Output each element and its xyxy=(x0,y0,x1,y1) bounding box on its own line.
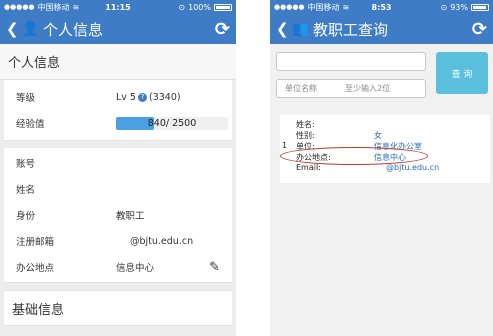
battery-percent: 93% xyxy=(450,2,468,12)
page-title: 教职工查询 xyxy=(313,20,389,39)
status-bar: ●●●●● 中国移动 ≋ 8:53 ⊙ 93% xyxy=(270,0,493,14)
field-row: 注册邮箱 @bjtu.edu.cn xyxy=(4,228,232,254)
status-bar: ●●●●● 中国移动 ≋ 11:15 ⊙ 100% xyxy=(0,0,236,14)
result-value: @bjtu.edu.cn xyxy=(386,163,440,172)
refresh-icon[interactable]: ⟳ xyxy=(472,19,487,40)
back-icon[interactable]: ❮ xyxy=(276,20,289,38)
field-row: 账号 xyxy=(4,150,232,176)
profile-screen: ●●●●● 中国移动 ≋ 11:15 ⊙ 100% ❮ 👤 个人信息 ⟳ 个人信… xyxy=(0,0,236,336)
nav-bar: ❮ 👤 个人信息 ⟳ xyxy=(0,14,236,44)
refresh-icon[interactable]: ⟳ xyxy=(215,19,230,40)
user-icon: 👤 xyxy=(21,21,40,37)
result-value: 女 xyxy=(374,131,382,140)
query-button[interactable]: 查 询 xyxy=(436,52,488,94)
level-label: 等级 xyxy=(16,93,36,104)
back-icon[interactable]: ❮ xyxy=(6,20,19,38)
level-points: (3340) xyxy=(148,91,181,103)
field-label: 注册邮箱 xyxy=(16,237,55,248)
min-chars-hint: 至少输入2位 xyxy=(345,84,391,93)
search-form: 单位名称 至少输入2位 查 询 xyxy=(270,44,493,98)
field-label: 办公地点 xyxy=(16,263,55,274)
battery-icon xyxy=(471,3,489,11)
users-icon: 👥 xyxy=(291,21,310,37)
battery-icon xyxy=(214,3,232,11)
nav-bar: ❮ 👥 教职工查询 ⟳ xyxy=(270,14,493,44)
level-row: 等级 Lv 5 ? (3340) xyxy=(4,84,232,110)
edit-icon[interactable]: ✎ xyxy=(209,260,220,275)
field-label: 身份 xyxy=(16,211,36,222)
field-label: 账号 xyxy=(16,159,36,170)
battery-percent: 100% xyxy=(188,2,211,12)
name-input[interactable] xyxy=(276,52,426,71)
exp-row: 经验值 840/ 2500 xyxy=(4,110,232,136)
unit-placeholder: 单位名称 xyxy=(285,84,317,93)
highlight-ellipse xyxy=(280,147,428,165)
field-row: 姓名 xyxy=(4,176,232,202)
result-label: 姓名: xyxy=(296,120,315,129)
help-icon[interactable]: ? xyxy=(137,92,147,102)
result-label: 性别: xyxy=(296,131,315,140)
exp-label: 经验值 xyxy=(16,119,45,130)
page-title: 个人信息 xyxy=(43,20,104,39)
result-row: 性别: 女 xyxy=(296,130,382,141)
unit-input[interactable]: 单位名称 至少输入2位 xyxy=(276,79,426,98)
section-title-personal: 个人信息 xyxy=(0,44,236,80)
result-row: 姓名: xyxy=(296,119,354,130)
field-row: 身份 教职工 xyxy=(4,202,232,228)
field-value: 教职工 xyxy=(116,211,145,222)
lock-icon: ⊙ xyxy=(178,2,186,12)
lock-icon: ⊙ xyxy=(440,2,448,12)
section-title-basic: 基础信息 xyxy=(4,290,232,326)
level-value: Lv 5 xyxy=(116,91,136,103)
result-index: 1 xyxy=(282,141,288,150)
exp-progress-bar: 840/ 2500 xyxy=(116,116,228,130)
account-card: 账号 姓名 身份 教职工 注册邮箱 @bjtu.edu.cn 办公地点 信息中心 ✎ xyxy=(4,148,232,283)
level-card: 等级 Lv 5 ? (3340) 经验值 840/ 2500 xyxy=(4,80,232,141)
field-label: 姓名 xyxy=(16,185,36,196)
field-value: @bjtu.edu.cn xyxy=(130,235,194,247)
field-value: 信息中心 xyxy=(116,263,155,274)
staff-search-screen: ●●●●● 中国移动 ≋ 8:53 ⊙ 93% ❮ 👥 教职工查询 ⟳ 单位名称… xyxy=(270,0,493,336)
field-row: 办公地点 信息中心 ✎ xyxy=(4,254,232,280)
exp-progress-text: 840/ 2500 xyxy=(147,117,197,129)
